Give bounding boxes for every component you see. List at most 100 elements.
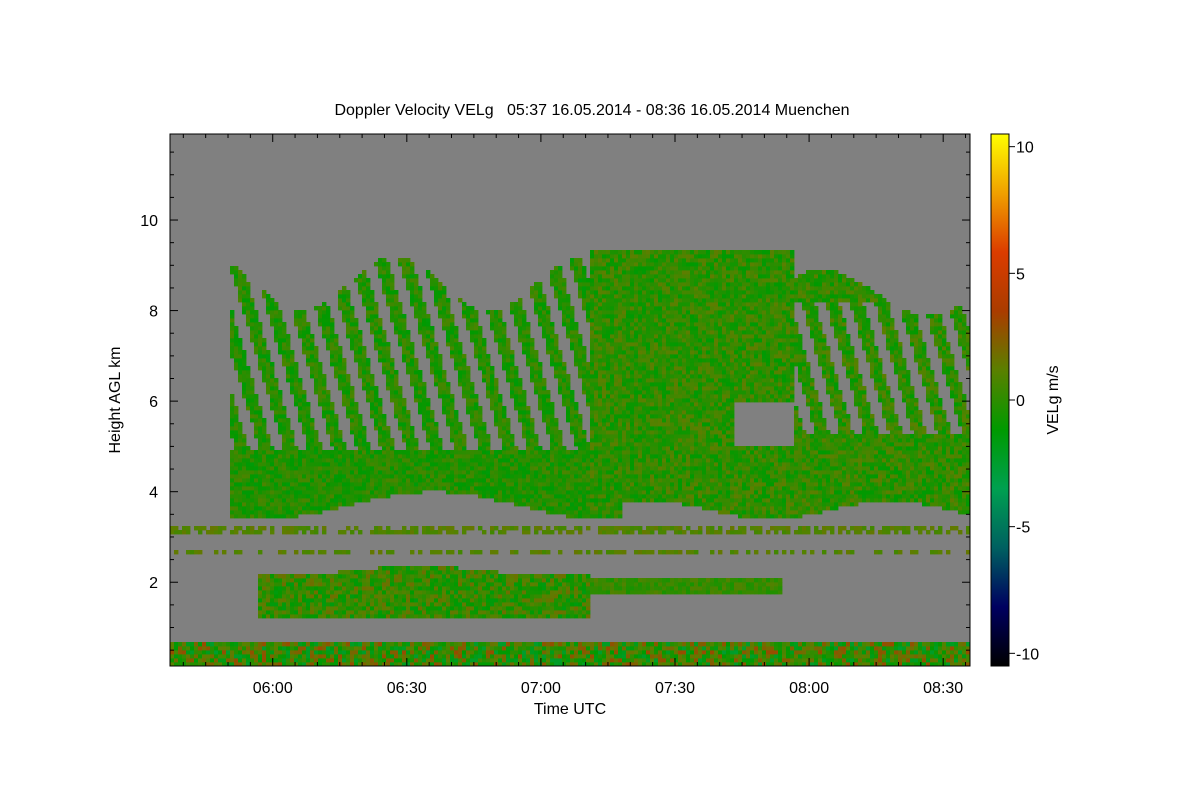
velocity-cell (482, 446, 487, 451)
velocity-cell (382, 590, 387, 595)
velocity-cell (298, 386, 303, 391)
velocity-cell (302, 318, 307, 323)
velocity-cell (358, 478, 363, 483)
velocity-cell (322, 550, 327, 555)
velocity-cell (534, 602, 539, 607)
velocity-cell (294, 550, 299, 555)
velocity-cell (390, 458, 395, 463)
velocity-cell (490, 598, 495, 603)
velocity-cell (434, 454, 439, 459)
velocity-cell (382, 606, 387, 611)
velocity-cell (538, 322, 543, 327)
velocity-cell (258, 610, 263, 615)
velocity-cell (330, 422, 335, 427)
velocity-cell (458, 614, 463, 619)
velocity-cell (286, 574, 291, 579)
velocity-cell (270, 454, 275, 459)
velocity-cell (366, 374, 371, 379)
velocity-cell (554, 658, 559, 663)
velocity-cell (454, 438, 459, 443)
velocity-cell (310, 454, 315, 459)
velocity-cell (294, 574, 299, 579)
velocity-cell (394, 398, 399, 403)
velocity-cell (370, 646, 375, 651)
velocity-cell (382, 458, 387, 463)
velocity-cell (314, 502, 319, 507)
velocity-cell (382, 494, 387, 499)
velocity-cell (494, 606, 499, 611)
velocity-cell (530, 286, 535, 291)
velocity-cell (394, 294, 399, 299)
velocity-cell (482, 530, 487, 535)
velocity-cell (310, 602, 315, 607)
velocity-cell (354, 454, 359, 459)
velocity-cell (498, 466, 503, 471)
velocity-cell (470, 586, 475, 591)
velocity-cell (558, 306, 563, 311)
velocity-cell (490, 550, 495, 555)
velocity-cell (542, 326, 547, 331)
velocity-cell (514, 590, 519, 595)
velocity-cell (266, 390, 271, 395)
velocity-cell (462, 474, 467, 479)
velocity-cell (330, 334, 335, 339)
velocity-cell (582, 650, 587, 655)
velocity-cell (462, 486, 467, 491)
velocity-cell (362, 590, 367, 595)
velocity-cell (370, 398, 375, 403)
velocity-cell (258, 606, 263, 611)
velocity-cell (278, 450, 283, 455)
velocity-cell (430, 526, 435, 531)
velocity-cell (562, 314, 567, 319)
velocity-cell (406, 574, 411, 579)
velocity-cell (362, 382, 367, 387)
velocity-cell (394, 322, 399, 327)
velocity-cell (390, 598, 395, 603)
velocity-cell (354, 486, 359, 491)
velocity-cell (394, 650, 399, 655)
velocity-cell (274, 490, 279, 495)
velocity-cell (390, 470, 395, 475)
velocity-cell (298, 398, 303, 403)
velocity-cell (578, 486, 583, 491)
velocity-cell (266, 310, 271, 315)
velocity-cell (510, 486, 515, 491)
velocity-cell (258, 430, 263, 435)
velocity-cell (382, 366, 387, 371)
velocity-cell (542, 614, 547, 619)
velocity-cell (498, 334, 503, 339)
velocity-cell (270, 514, 275, 519)
velocity-cell (506, 346, 511, 351)
velocity-cell (346, 610, 351, 615)
velocity-cell (354, 338, 359, 343)
velocity-cell (322, 458, 327, 463)
velocity-cell (242, 278, 247, 283)
velocity-cell (546, 418, 551, 423)
velocity-cell (470, 386, 475, 391)
velocity-cell (230, 506, 235, 511)
velocity-cell (526, 326, 531, 331)
velocity-cell (414, 446, 419, 451)
velocity-cell (474, 322, 479, 327)
velocity-cell (286, 594, 291, 599)
velocity-cell (446, 458, 451, 463)
velocity-cell (298, 486, 303, 491)
velocity-cell (258, 514, 263, 519)
velocity-cell (262, 342, 267, 347)
velocity-cell (362, 454, 367, 459)
velocity-cell (522, 394, 527, 399)
velocity-cell (482, 494, 487, 499)
velocity-cell (358, 570, 363, 575)
velocity-cell (298, 506, 303, 511)
velocity-cell (314, 370, 319, 375)
velocity-cell (330, 478, 335, 483)
velocity-cell (278, 346, 283, 351)
velocity-cell (558, 302, 563, 307)
velocity-cell (558, 390, 563, 395)
velocity-cell (398, 410, 403, 415)
velocity-cell (238, 446, 243, 451)
velocity-cell (434, 642, 439, 647)
velocity-cell (534, 614, 539, 619)
velocity-cell (402, 350, 407, 355)
velocity-cell (490, 474, 495, 479)
